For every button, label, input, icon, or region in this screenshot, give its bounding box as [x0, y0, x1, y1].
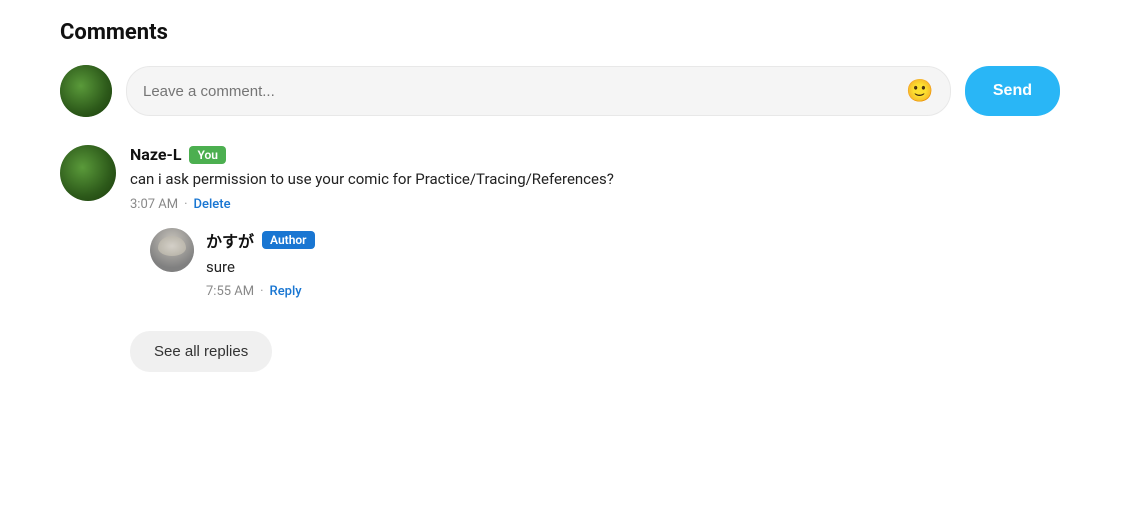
comment-text: can i ask permission to use your comic f…: [130, 168, 1060, 191]
comments-section: Comments 🙂 Send Naze-L You can i ask per…: [60, 20, 1060, 372]
reply-content: かすが Author sure 7:55 AM · Reply: [206, 228, 1060, 300]
comment-author-row: Naze-L You: [130, 145, 1060, 164]
comment-input-row: 🙂 Send: [60, 65, 1060, 117]
dot-separator: ·: [184, 197, 187, 212]
reply-link[interactable]: Reply: [270, 284, 302, 299]
reply-time: 7:55 AM: [206, 284, 254, 299]
send-button[interactable]: Send: [965, 66, 1060, 116]
reply-author-avatar: [150, 228, 194, 272]
delete-link[interactable]: Delete: [194, 197, 231, 212]
comment-block: Naze-L You can i ask permission to use y…: [60, 145, 1060, 299]
current-user-avatar-image: [60, 65, 112, 117]
reply-author-row: かすが Author: [206, 228, 1060, 252]
comment-meta: 3:07 AM · Delete: [130, 197, 1060, 212]
reply-block: かすが Author sure 7:55 AM · Reply: [150, 228, 1060, 300]
comment-input-wrapper[interactable]: 🙂: [126, 66, 951, 116]
author-badge: Author: [262, 231, 314, 249]
comment-content: Naze-L You can i ask permission to use y…: [130, 145, 1060, 299]
see-all-replies-button[interactable]: See all replies: [130, 331, 272, 372]
emoji-icon[interactable]: 🙂: [906, 77, 934, 105]
commenter-avatar: [60, 145, 116, 201]
comment-author-name: Naze-L: [130, 145, 181, 164]
reply-text: sure: [206, 256, 1060, 279]
comment-time: 3:07 AM: [130, 197, 178, 212]
reply-dot-separator: ·: [260, 284, 263, 299]
you-badge: You: [189, 146, 225, 164]
current-user-avatar: [60, 65, 112, 117]
reply-author-name: かすが: [206, 228, 254, 252]
comment-input[interactable]: [143, 83, 906, 100]
comments-title: Comments: [60, 20, 1060, 45]
reply-meta: 7:55 AM · Reply: [206, 284, 1060, 299]
